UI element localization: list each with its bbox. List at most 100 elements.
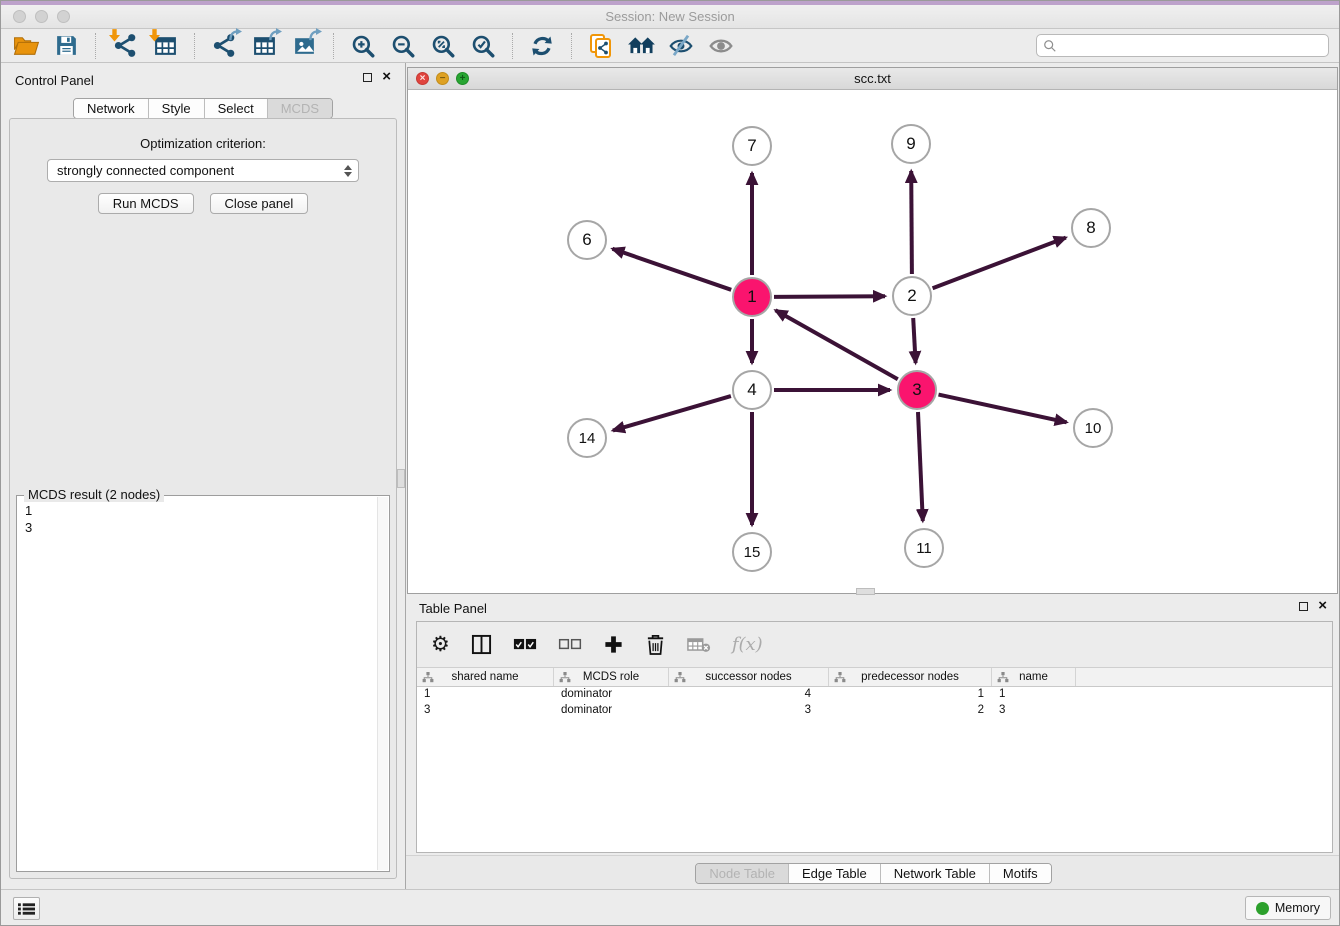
table-tab-network-table[interactable]: Network Table: [880, 864, 989, 883]
table-row[interactable]: 1dominator411: [417, 687, 1332, 703]
column-header-predecessor-nodes[interactable]: predecessor nodes: [829, 668, 992, 686]
graph-node-2[interactable]: 2: [892, 276, 932, 316]
delete-column-button[interactable]: [645, 633, 666, 656]
mcds-result-text[interactable]: 1 3: [19, 499, 376, 869]
hierarchy-icon: [834, 671, 846, 683]
close-panel-button[interactable]: Close panel: [210, 193, 309, 214]
zoom-out-button[interactable]: [388, 31, 418, 61]
eye-slash-icon: [668, 33, 694, 59]
tab-network[interactable]: Network: [74, 99, 148, 118]
network-canvas[interactable]: 7 9 6 8 1 2 4 3 14 10 15 11: [408, 90, 1337, 593]
column-header-MCDS-role[interactable]: MCDS role: [554, 668, 669, 686]
splitter-handle-horizontal[interactable]: [856, 588, 875, 595]
column-header-label: successor nodes: [705, 671, 791, 683]
graph-node-4[interactable]: 4: [732, 370, 772, 410]
export-arrow-icon: [269, 28, 282, 41]
splitter-handle-vertical[interactable]: [397, 469, 405, 488]
table-cell: 3: [992, 703, 1076, 719]
table-tab-edge-table[interactable]: Edge Table: [788, 864, 880, 883]
main-toolbar: [1, 29, 1339, 63]
export-network-button[interactable]: [209, 31, 239, 61]
select-all-button[interactable]: [513, 638, 537, 651]
open-folder-icon: [13, 34, 40, 57]
run-mcds-button[interactable]: Run MCDS: [98, 193, 194, 214]
graph-node-10[interactable]: 10: [1073, 408, 1113, 448]
import-table-button[interactable]: [150, 31, 180, 61]
graph-node-9[interactable]: 9: [891, 124, 931, 164]
hierarchy-icon: [674, 671, 686, 683]
graph-node-8[interactable]: 8: [1071, 208, 1111, 248]
graph-node-15[interactable]: 15: [732, 532, 772, 572]
deselect-all-button[interactable]: [558, 638, 582, 651]
graph-edge-2-9[interactable]: [911, 171, 912, 274]
graph-edge-2-8[interactable]: [933, 238, 1066, 289]
graph-edge-3-11[interactable]: [918, 412, 923, 521]
hierarchy-icon: [997, 671, 1009, 683]
clone-network-button[interactable]: [586, 31, 616, 61]
houses-icon: [627, 34, 656, 57]
result-scrollbar[interactable]: [377, 497, 388, 870]
column-header-successor-nodes[interactable]: successor nodes: [669, 668, 829, 686]
float-panel-icon[interactable]: [363, 73, 372, 82]
table-header-row: shared nameMCDS role successor nodes prede…: [417, 668, 1332, 687]
graph-edge-4-14[interactable]: [613, 396, 731, 430]
graph-node-1[interactable]: 1: [732, 277, 772, 317]
delete-table-icon: [687, 636, 711, 653]
graph-edge-2-3[interactable]: [913, 318, 915, 363]
table-body: 1dominator4113dominator323: [417, 687, 1332, 719]
dropdown-stepper-icon: [344, 165, 352, 177]
memory-button[interactable]: Memory: [1245, 896, 1331, 920]
table-tab-node-table[interactable]: Node Table: [696, 864, 788, 883]
network-view-window: × − + scc.txt 7968124314101511: [407, 67, 1338, 594]
table-tab-motifs[interactable]: Motifs: [989, 864, 1051, 883]
graph-node-11[interactable]: 11: [904, 528, 944, 568]
import-network-button[interactable]: [110, 31, 140, 61]
zoom-selected-button[interactable]: [468, 31, 498, 61]
close-panel-icon[interactable]: ×: [1318, 601, 1327, 611]
show-graphics-button[interactable]: [706, 31, 736, 61]
open-session-button[interactable]: [11, 31, 41, 61]
control-panel-title: Control Panel: [15, 73, 94, 88]
graph-edge-1-2[interactable]: [774, 296, 885, 297]
column-header-shared-name[interactable]: shared name: [417, 668, 554, 686]
table-row[interactable]: 3dominator323: [417, 703, 1332, 719]
graph-node-6[interactable]: 6: [567, 220, 607, 260]
zoom-in-button[interactable]: [348, 31, 378, 61]
toolbar-separator: [333, 33, 334, 59]
zoom-selected-icon: [470, 33, 496, 59]
table-cell: 1: [829, 687, 992, 703]
graph-node-7[interactable]: 7: [732, 126, 772, 166]
zoom-fit-button[interactable]: [428, 31, 458, 61]
column-header-label: name: [1019, 671, 1048, 683]
zoom-fit-icon: [430, 33, 456, 59]
home-networks-button[interactable]: [626, 31, 656, 61]
tab-style[interactable]: Style: [148, 99, 204, 118]
graph-node-3[interactable]: 3: [897, 370, 937, 410]
plus-icon: [603, 634, 624, 655]
float-panel-icon[interactable]: [1299, 602, 1308, 611]
export-arrow-icon: [229, 28, 242, 41]
export-table-button[interactable]: [249, 31, 279, 61]
table-panel: Table Panel × ⚙: [406, 596, 1340, 891]
table-cell: 1: [417, 687, 554, 703]
graph-edge-3-10[interactable]: [939, 395, 1067, 423]
apply-layout-button[interactable]: [527, 31, 557, 61]
tab-mcds[interactable]: MCDS: [267, 99, 332, 118]
add-column-button[interactable]: [603, 634, 624, 655]
graph-edge-1-6[interactable]: [613, 249, 732, 290]
close-panel-icon[interactable]: ×: [382, 72, 391, 82]
table-settings-button[interactable]: ⚙: [431, 634, 450, 655]
column-header-name[interactable]: name: [992, 668, 1076, 686]
criterion-dropdown[interactable]: strongly connected component: [47, 159, 359, 182]
task-history-button[interactable]: [13, 897, 40, 920]
export-image-button[interactable]: [289, 31, 319, 61]
search-icon: [1043, 39, 1057, 53]
tab-select[interactable]: Select: [204, 99, 267, 118]
graph-edge-3-1[interactable]: [776, 310, 898, 379]
hide-graphics-button[interactable]: [666, 31, 696, 61]
zoom-out-icon: [390, 33, 416, 59]
search-input[interactable]: [1062, 39, 1322, 53]
split-panel-button[interactable]: [471, 634, 492, 655]
graph-node-14[interactable]: 14: [567, 418, 607, 458]
save-session-button[interactable]: [51, 31, 81, 61]
